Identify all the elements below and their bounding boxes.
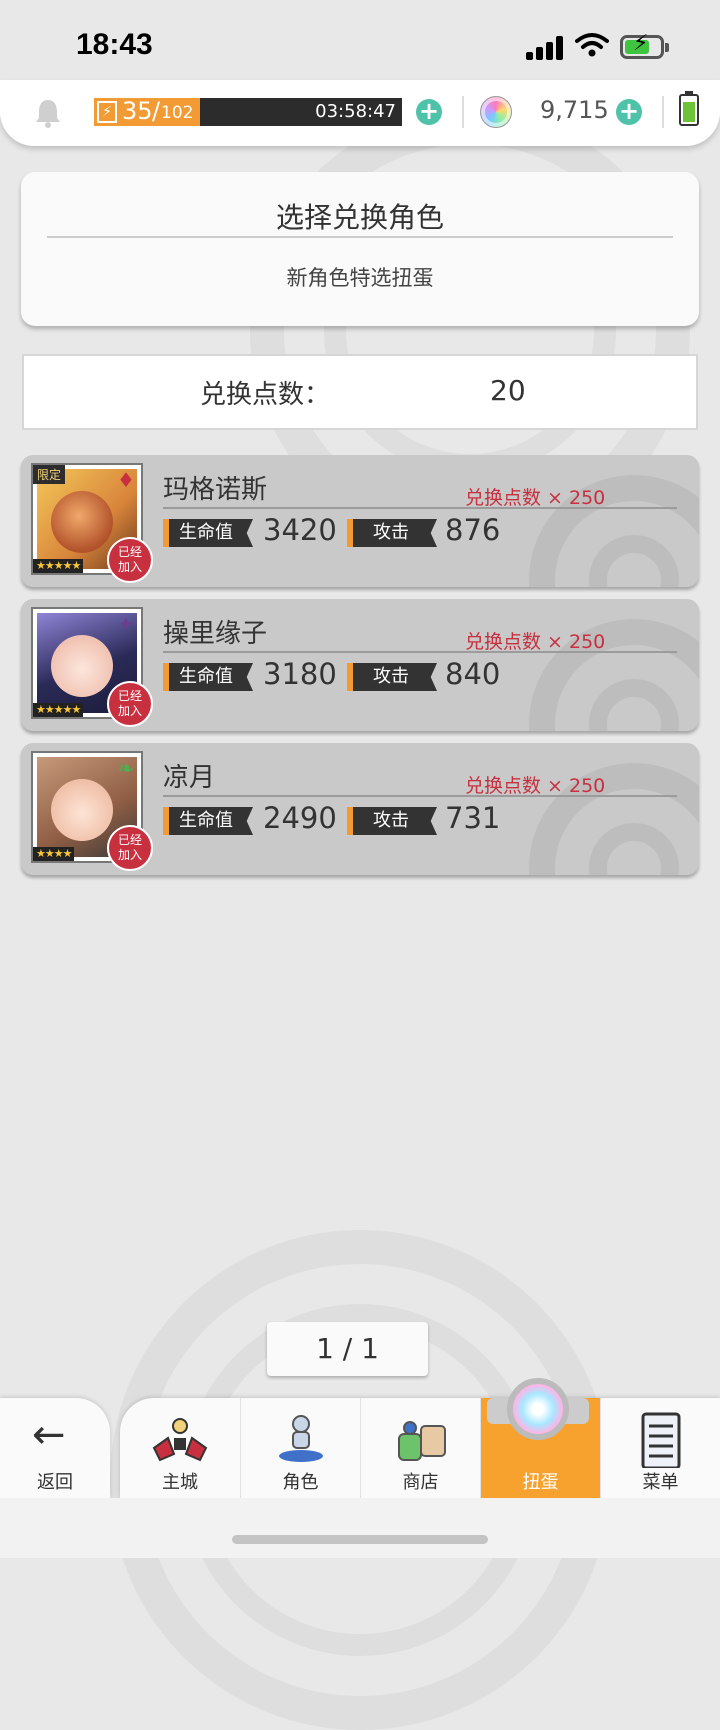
stamina-max: 102 (161, 103, 194, 123)
character-name: 玛格诺斯 (163, 475, 268, 505)
points-value: 20 (490, 374, 526, 407)
title-divider (47, 236, 673, 238)
stamina-icon: ⚡ (97, 101, 117, 123)
attack-value: 876 (445, 513, 501, 547)
red-diamond-icon: ♦ (117, 468, 135, 492)
clock: 18:43 (76, 28, 153, 61)
charging-bolt-icon: ⚡ (633, 31, 649, 56)
exchange-cost: 兑换点数 × 250 (465, 487, 606, 509)
character-name: 操里缘子 (163, 619, 268, 649)
hp-value: 3420 (263, 513, 337, 547)
attack-label: 攻击 (347, 807, 437, 835)
gacha-icon (487, 1378, 589, 1440)
back-arrow-icon: ← (32, 1412, 66, 1458)
nav-item-menu[interactable]: 菜单 (600, 1398, 720, 1498)
hp-label: 生命值 (163, 663, 253, 691)
divider (462, 96, 464, 128)
bottom-nav: 主城 角色 商店 扭蛋 菜单 (120, 1398, 720, 1498)
back-button[interactable]: ← 返回 (0, 1398, 110, 1498)
exchange-points-bar: 兑换点数： 20 (22, 354, 698, 430)
stamina-current: 35 (122, 97, 153, 125)
add-stamina-button[interactable]: + (416, 99, 442, 125)
page-subtitle: 新角色特选扭蛋 (286, 266, 434, 290)
battery-tip (665, 43, 669, 52)
nav-label: 菜单 (642, 1472, 679, 1493)
header-card: 选择兑换角色 新角色特选扭蛋 (21, 172, 699, 326)
joined-badge: 已经 加入 (107, 681, 153, 727)
nav-label: 扭蛋 (522, 1472, 559, 1493)
joined-badge: 已经 加入 (107, 537, 153, 583)
footer-area (0, 1498, 720, 1558)
character-icon (279, 1415, 323, 1462)
character-name: 凉月 (163, 763, 216, 793)
stamina-timer: 03:58:47 (315, 101, 396, 122)
joined-badge: 已经 加入 (107, 825, 153, 871)
divider (662, 96, 664, 128)
nav-item-character[interactable]: 角色 (240, 1398, 360, 1498)
exchange-cost: 兑换点数 × 250 (465, 775, 606, 797)
attack-value: 840 (445, 657, 501, 691)
green-leaf-icon: ❧ (117, 756, 135, 780)
attack-label: 攻击 (347, 519, 437, 547)
castle-icon (152, 1418, 208, 1462)
points-label: 兑换点数： (200, 380, 331, 410)
character-card[interactable]: ✦ ★★★★★ 已经 加入 操里缘子 兑换点数 × 250 生命值 3180 攻击… (21, 599, 699, 731)
gem-icon (480, 96, 512, 128)
nav-label: 主城 (162, 1472, 198, 1493)
page-indicator[interactable]: 1 / 1 (267, 1322, 428, 1376)
star-rating: ★★★★ (33, 847, 75, 861)
name-divider (163, 507, 677, 509)
hp-value: 3180 (263, 657, 337, 691)
star-rating: ★★★★★ (33, 559, 84, 573)
wifi-icon (575, 33, 609, 57)
name-divider (163, 651, 677, 653)
cellular-signal-icon (526, 36, 564, 60)
name-divider (163, 795, 677, 797)
resource-bar: ⚡ 35 / 102 03:58:47 + 9,715 + (0, 80, 720, 146)
character-card[interactable]: ❧ ★★★★ 已经 加入 凉月 兑换点数 × 250 生命值 2490 攻击 73… (21, 743, 699, 875)
stamina-bar: ⚡ 35 / 102 03:58:47 (94, 97, 402, 126)
attack-label: 攻击 (347, 663, 437, 691)
shop-icon (398, 1421, 446, 1461)
gem-count: 9,715 (540, 96, 609, 124)
home-indicator[interactable] (232, 1535, 488, 1544)
attack-value: 731 (445, 801, 501, 835)
nav-label: 商店 (402, 1472, 439, 1493)
limited-tag: 限定 (33, 465, 66, 484)
nav-item-shop[interactable]: 商店 (360, 1398, 480, 1498)
exchange-cost: 兑换点数 × 250 (465, 631, 606, 653)
nav-label: 角色 (282, 1472, 319, 1493)
device-battery-icon (679, 91, 699, 126)
hp-label: 生命值 (163, 807, 253, 835)
hp-value: 2490 (263, 801, 337, 835)
page-title: 选择兑换角色 (275, 201, 444, 234)
stamina-separator: / (152, 97, 161, 125)
bell-icon[interactable] (34, 98, 62, 128)
menu-list-icon (641, 1412, 681, 1468)
hp-label: 生命值 (163, 519, 253, 547)
purple-star-icon: ✦ (117, 612, 135, 636)
back-label: 返回 (37, 1472, 73, 1493)
nav-item-castle[interactable]: 主城 (120, 1398, 240, 1498)
system-status-bar: 18:43 ⚡ (0, 0, 720, 80)
star-rating: ★★★★★ (33, 703, 84, 717)
add-gem-button[interactable]: + (616, 99, 642, 125)
character-card[interactable]: 限定 ♦ ★★★★★ 已经 加入 玛格诺斯 兑换点数 × 250 生命值 3420… (21, 455, 699, 587)
